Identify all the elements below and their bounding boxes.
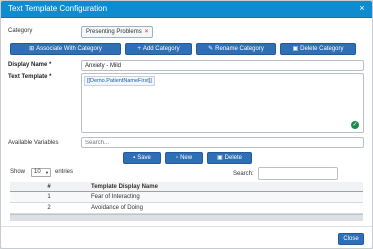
table-header: # Template Display Name — [10, 182, 363, 192]
save-icon: ▪ — [133, 155, 136, 161]
templates-table: # Template Display Name 1 Fear of Intera… — [10, 182, 363, 221]
text-template-editor[interactable]: [[Demo.PatientNameFirst]] ✓ — [81, 73, 364, 133]
category-chip[interactable]: Presenting Problems × — [81, 26, 154, 38]
text-template-dialog: Text Template Configuration × Category P… — [0, 0, 373, 249]
save-button[interactable]: ▪ Save — [123, 152, 161, 164]
delete-button[interactable]: ▣ Delete — [207, 152, 252, 164]
chip-remove-icon[interactable]: × — [145, 29, 149, 35]
dialog-footer: Close — [1, 226, 372, 248]
pencil-icon: ✎ — [208, 46, 214, 52]
table-search-input[interactable] — [258, 167, 338, 180]
sitemap-icon: ⊞ — [29, 46, 35, 52]
associate-with-category-label: Associate With Category — [36, 46, 102, 52]
display-name-label: Display Name * — [8, 62, 52, 68]
dialog-titlebar: Text Template Configuration × — [1, 1, 372, 18]
save-label: Save — [137, 155, 151, 161]
entries-label: entries — [55, 169, 74, 175]
category-chip-text: Presenting Problems — [86, 29, 142, 35]
plus-icon: + — [137, 46, 141, 52]
delete-category-button[interactable]: ▣ Delete Category — [280, 43, 356, 55]
dialog-title: Text Template Configuration — [8, 4, 108, 13]
table-row[interactable]: 1 Fear of Interacting — [10, 192, 363, 203]
close-icon[interactable]: × — [357, 3, 367, 13]
add-category-button[interactable]: + Add Category — [125, 43, 192, 55]
column-header-number[interactable]: # — [10, 184, 88, 190]
text-template-label: Text Template * — [8, 74, 52, 80]
table-scrollbar[interactable] — [10, 214, 363, 221]
row-number: 2 — [47, 205, 51, 211]
row-name: Fear of Interacting — [91, 194, 140, 200]
new-file-icon: ▫ — [175, 155, 179, 161]
search-label: Search: — [233, 171, 254, 177]
display-name-value: Anxiety - Mild — [85, 63, 122, 69]
column-header-name[interactable]: Template Display Name — [91, 184, 158, 190]
add-category-label: Add Category — [142, 46, 180, 52]
page-size-select[interactable]: 10 ▼ — [31, 168, 51, 177]
template-variable-token[interactable]: [[Demo.PatientNameFirst]] — [84, 76, 155, 86]
row-number: 1 — [47, 194, 51, 200]
rename-category-button[interactable]: ✎ Rename Category — [196, 43, 276, 55]
available-variables-search[interactable] — [81, 137, 364, 148]
available-variables-label: Available Variables — [8, 140, 59, 146]
trash-icon: ▣ — [292, 46, 299, 52]
associate-with-category-button[interactable]: ⊞ Associate With Category — [10, 43, 121, 55]
delete-label: Delete — [224, 155, 242, 161]
delete-category-label: Delete Category — [300, 46, 344, 52]
trash-icon: ▣ — [216, 155, 223, 161]
rename-category-label: Rename Category — [215, 46, 264, 52]
display-name-field[interactable]: Anxiety - Mild — [81, 60, 364, 71]
category-label: Category — [8, 28, 33, 34]
new-button[interactable]: ▫ New — [165, 152, 203, 164]
row-name: Avoidance of Doing — [91, 205, 143, 211]
new-label: New — [180, 155, 193, 161]
close-button[interactable]: Close — [338, 233, 364, 245]
show-label: Show — [10, 169, 26, 175]
grammar-check-icon[interactable]: ✓ — [351, 121, 359, 129]
table-row[interactable]: 2 Avoidance of Doing — [10, 203, 363, 214]
chevron-down-icon: ▼ — [45, 170, 49, 175]
page-size-value: 10 — [34, 169, 41, 175]
